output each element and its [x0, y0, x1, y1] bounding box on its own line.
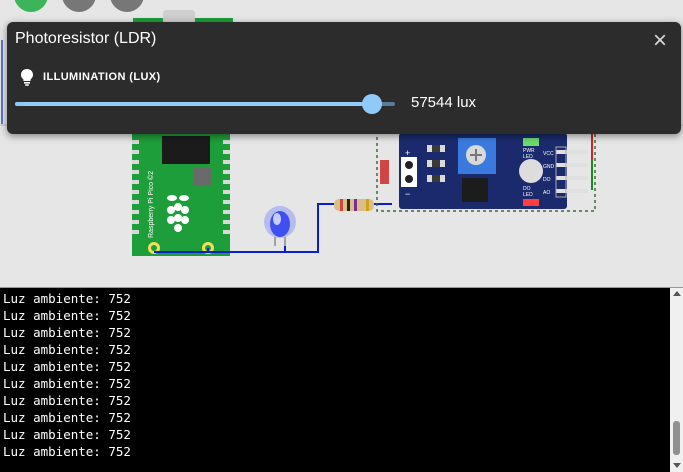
scroll-up-icon[interactable] — [673, 291, 681, 296]
close-icon[interactable]: × — [649, 29, 671, 53]
serial-line: Luz ambiente: 752 — [3, 376, 131, 391]
serial-line: Luz ambiente: 752 — [3, 410, 131, 425]
illumination-label: ILLUMINATION (LUX) — [43, 71, 161, 83]
illumination-value: 57544 lux — [411, 94, 477, 111]
serial-line: Luz ambiente: 752 — [3, 359, 131, 374]
svg-text:GND: GND — [543, 164, 555, 170]
serial-line: Luz ambiente: 752 — [3, 308, 131, 323]
serial-line: Luz ambiente: 752 — [3, 342, 131, 357]
illumination-slider[interactable] — [15, 94, 395, 114]
popup-title: Photoresistor (LDR) — [15, 30, 157, 47]
svg-text:VCC: VCC — [543, 151, 554, 157]
slider-thumb[interactable] — [362, 94, 383, 114]
resistor[interactable] — [334, 199, 374, 211]
ldr-sensor-module[interactable]: + − PWR LED DO LED VCC GND DO AO — [376, 129, 596, 212]
svg-text:AO: AO — [543, 190, 550, 196]
raspberry-pi-pico-board[interactable]: Raspberry Pi Pico ©2 — [132, 134, 230, 256]
serial-monitor[interactable]: Luz ambiente: 752 Luz ambiente: 752 Luz am… — [0, 288, 670, 472]
scroll-down-icon[interactable] — [673, 463, 681, 468]
serial-line: Luz ambiente: 752 — [3, 427, 131, 442]
simulator-window: Raspberry Pi Pico ©2 + − PWR LED DO LED … — [0, 0, 683, 472]
svg-text:−: − — [405, 189, 410, 199]
svg-text:DO: DO — [543, 177, 551, 183]
serial-scrollbar[interactable] — [670, 288, 683, 472]
scroll-thumb[interactable] — [673, 421, 680, 455]
lightbulb-icon — [21, 69, 33, 86]
serial-line: Luz ambiente: 752 — [3, 393, 131, 408]
blue-led[interactable] — [264, 206, 296, 246]
svg-text:LED: LED — [523, 154, 533, 160]
board-label: Raspberry Pi Pico ©2 — [147, 171, 155, 238]
serial-line: Luz ambiente: 752 — [3, 291, 131, 306]
svg-text:+: + — [405, 148, 410, 158]
serial-line: Luz ambiente: 752 — [3, 444, 131, 459]
slider-fill — [15, 102, 373, 106]
svg-text:LED: LED — [523, 192, 533, 198]
serial-line: Luz ambiente: 752 — [3, 325, 131, 340]
photoresistor-popup: Photoresistor (LDR) × ILLUMINATION (LUX)… — [7, 22, 681, 134]
